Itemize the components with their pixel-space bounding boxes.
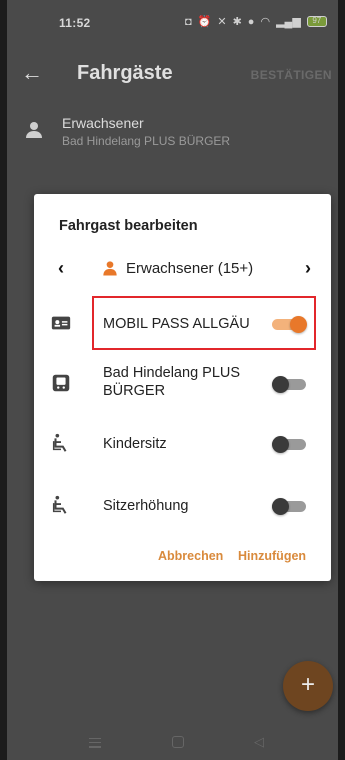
nfc-icon: ◘ xyxy=(185,15,192,28)
wifi-icon: ◠ xyxy=(260,16,271,28)
system-nav-bar: ◁ xyxy=(7,730,338,760)
home-icon[interactable] xyxy=(172,736,184,748)
bus-card-icon xyxy=(52,374,70,392)
back-arrow-icon[interactable]: ← xyxy=(21,60,45,86)
booster-seat-icon xyxy=(52,495,67,514)
confirm-button[interactable]: BESTÄTIGEN xyxy=(251,68,332,82)
chevron-right-icon[interactable]: › xyxy=(298,258,318,279)
highlight-box xyxy=(92,296,316,350)
option-label: Bad Hindelang PLUS BÜRGER xyxy=(103,365,241,399)
app-bar: ← Fahrgäste BESTÄTIGEN xyxy=(7,50,338,98)
location-icon: ● xyxy=(247,15,255,28)
passenger-list-item[interactable]: Erwachsener Bad Hindelang PLUS BÜRGER xyxy=(7,110,338,154)
signal-icon: ▂▄▆ xyxy=(276,16,301,28)
toggle-knob xyxy=(272,436,289,453)
option-row-sitzerhoehung: Sitzerhöhung xyxy=(34,482,331,530)
toggle-knob xyxy=(272,376,289,393)
bluetooth-icon: ✱ xyxy=(232,16,242,28)
edit-passenger-dialog: Fahrgast bearbeiten ‹ Erwachsener (15+) … xyxy=(34,194,331,581)
child-seat-icon xyxy=(52,433,67,452)
alarm-icon: ⏰ xyxy=(197,16,212,28)
menu-icon[interactable] xyxy=(89,738,101,748)
battery-icon: 97 xyxy=(306,16,327,27)
toggle-knob xyxy=(272,498,289,515)
option-row-kindersitz: Kindersitz xyxy=(34,420,331,468)
back-triangle-icon[interactable]: ◁ xyxy=(254,734,264,750)
toggle-sitzerhoehung[interactable] xyxy=(272,498,308,515)
option-label: Kindersitz xyxy=(103,436,167,452)
add-button[interactable]: Hinzufügen xyxy=(238,549,306,563)
option-row-bad-hindelang: Bad Hindelang PLUS BÜRGER xyxy=(34,354,331,412)
add-passenger-fab[interactable]: + xyxy=(283,661,333,711)
passenger-type-selector[interactable]: Erwachsener (15+) xyxy=(100,258,253,278)
chevron-left-icon[interactable]: ‹ xyxy=(51,258,71,279)
selected-passenger-type: Erwachsener (15+) xyxy=(126,259,254,277)
passenger-type: Erwachsener xyxy=(62,115,144,131)
toggle-kindersitz[interactable] xyxy=(272,436,308,453)
person-icon xyxy=(26,122,42,138)
mute-icon: ✕ xyxy=(217,16,227,28)
plus-icon: + xyxy=(300,671,315,698)
status-time: 11:52 xyxy=(59,16,91,30)
app-screen: 11:52 ◘ ⏰ ✕ ✱ ● ◠ ▂▄▆ 97 ← Fahrgäste BES… xyxy=(7,0,338,760)
page-title: Fahrgäste xyxy=(77,62,173,84)
person-icon xyxy=(103,261,117,276)
status-icons: ◘ ⏰ ✕ ✱ ● ◠ ▂▄▆ 97 xyxy=(185,15,327,28)
id-card-icon xyxy=(51,316,71,330)
cancel-button[interactable]: Abbrechen xyxy=(158,549,223,563)
passenger-ticket: Bad Hindelang PLUS BÜRGER xyxy=(62,134,231,148)
toggle-bad-hindelang[interactable] xyxy=(272,376,308,393)
dialog-title: Fahrgast bearbeiten xyxy=(59,218,198,234)
option-label: Sitzerhöhung xyxy=(103,498,189,514)
status-bar: 11:52 ◘ ⏰ ✕ ✱ ● ◠ ▂▄▆ 97 xyxy=(7,0,338,44)
